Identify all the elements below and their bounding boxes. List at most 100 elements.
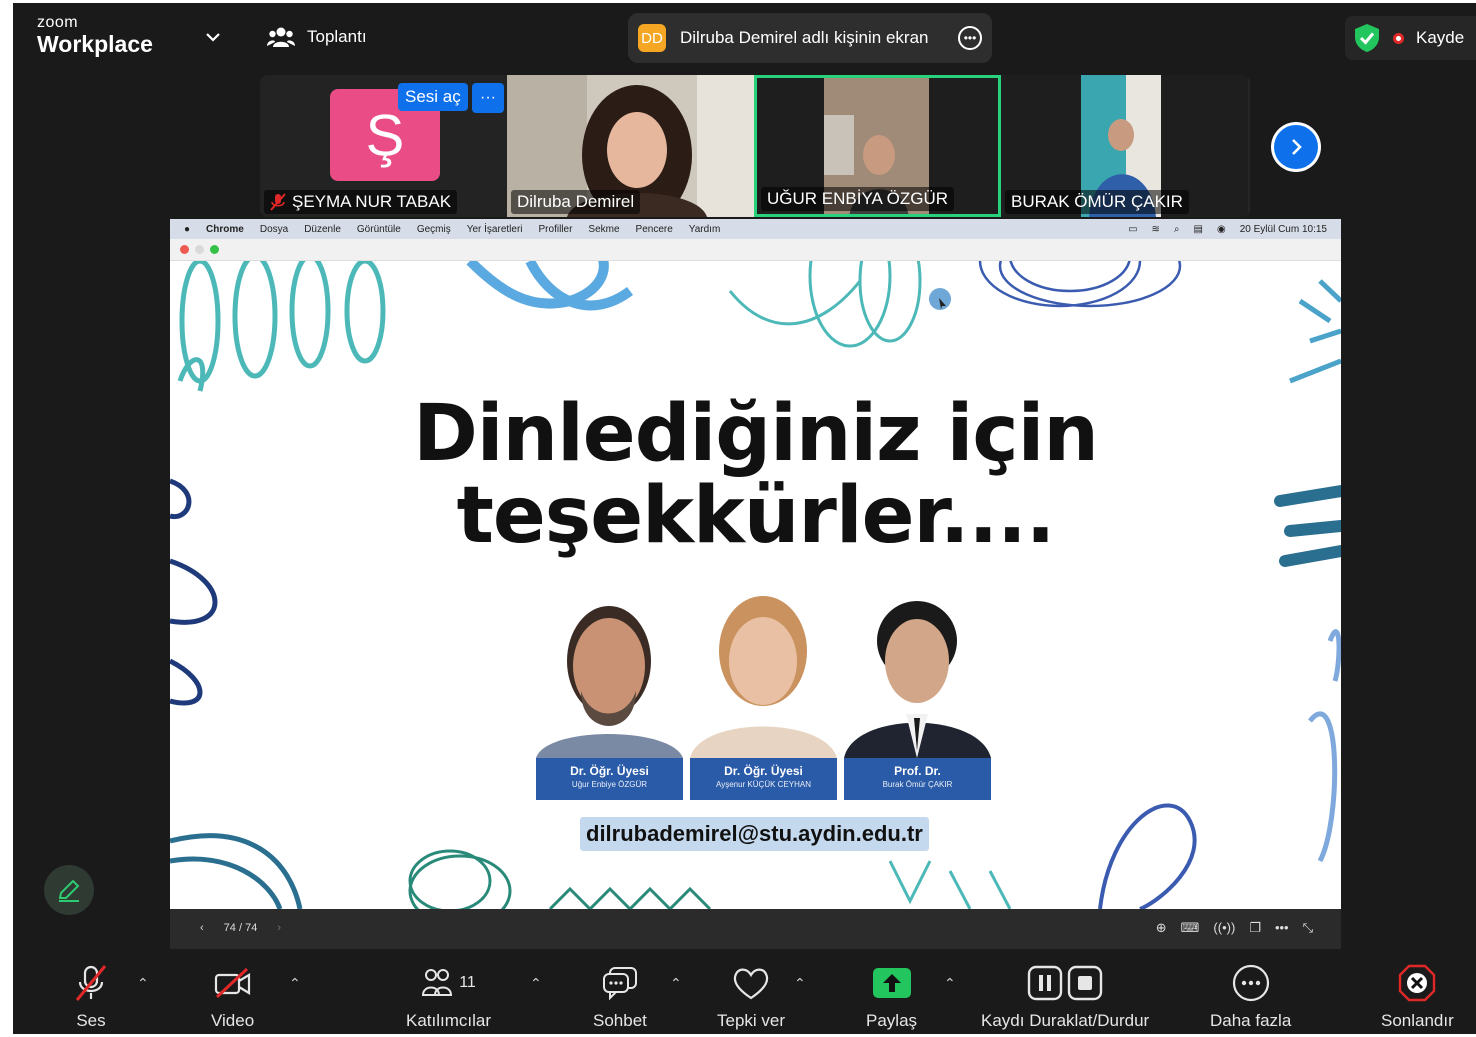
speaker-card: Prof. Dr. Burak Ömür ÇAKIR <box>844 586 991 800</box>
participants-icon <box>422 969 453 996</box>
menu-item: Pencere <box>635 223 673 235</box>
chat-options-chevron-icon[interactable]: ⌃ <box>670 975 682 992</box>
video-options-chevron-icon[interactable]: ⌃ <box>289 975 301 992</box>
stop-icon <box>1067 965 1103 1001</box>
chevron-right-icon <box>1274 125 1318 169</box>
menu-item: Düzenle <box>304 223 341 235</box>
participant-name-tag: UĞUR ENBİYA ÖZGÜR <box>761 187 955 211</box>
slide-counter: 74 / 74 <box>223 922 258 934</box>
menu-item: Yer İşaretleri <box>466 223 523 235</box>
pause-icon <box>1027 965 1063 1001</box>
search-icon: ⌕ <box>1173 223 1180 235</box>
control-center-icon: ▤ <box>1193 223 1203 235</box>
wifi-icon: ≋ <box>1151 223 1160 235</box>
video-off-icon <box>213 963 253 1003</box>
presentation-slide: Dinlediğiniz için teşekkürler.... Dr. Öğ… <box>170 261 1341 909</box>
browser-tab-bar <box>170 239 1341 261</box>
share-screen-icon <box>872 963 912 1003</box>
keyboard-icon[interactable]: ⌨ <box>1181 920 1200 936</box>
shared-screen: ● Chrome Dosya Düzenle Görüntüle Geçmiş … <box>170 219 1341 949</box>
unmute-request-button[interactable]: Sesi aç <box>398 83 468 111</box>
participant-name-tag: BURAK ÖMÜR ÇAKIR <box>1005 190 1189 214</box>
zoom-window: zoom Workplace Toplantı DD Dilruba Demir… <box>13 3 1476 1034</box>
heart-icon <box>732 963 770 1003</box>
speaker-photo <box>536 586 683 758</box>
participant-tile-active-speaker[interactable]: UĞUR ENBİYA ÖZGÜR <box>754 75 1001 217</box>
speaker-plate: Prof. Dr. Burak Ömür ÇAKIR <box>844 758 991 800</box>
participants-count: 11 <box>459 974 476 991</box>
recording-status[interactable]: Kayde <box>1345 16 1476 60</box>
recording-label: Kayde <box>1416 28 1465 47</box>
speaker-plate: Dr. Öğr. Üyesi Uğur Enbiye ÖZGÜR <box>536 758 683 800</box>
chat-button[interactable]: Sohbet <box>593 963 647 1031</box>
participant-tile[interactable]: Dilruba Demirel <box>507 75 754 217</box>
zoom-window-icon <box>210 245 219 254</box>
participant-tile[interactable]: BURAK ÖMÜR ÇAKIR <box>1001 75 1248 217</box>
next-page-button[interactable] <box>1271 122 1321 172</box>
screen-share-indicator[interactable]: DD Dilruba Demirel adlı kişinin ekran ••… <box>628 13 992 63</box>
reactions-button[interactable]: Tepki ver <box>717 963 785 1031</box>
minimize-window-icon <box>195 245 204 254</box>
zoom-in-icon[interactable]: ⊕ <box>1156 920 1167 936</box>
participants-options-chevron-icon[interactable]: ⌃ <box>530 975 542 992</box>
menu-item: Yardım <box>688 223 721 235</box>
speaker-card: Dr. Öğr. Üyesi Uğur Enbiye ÖZGÜR <box>536 586 683 800</box>
menu-item: Dosya <box>259 223 289 235</box>
participants-button[interactable]: 11 Katılımcılar <box>406 963 491 1031</box>
speaker-photo <box>844 586 991 758</box>
participant-tile[interactable]: Ş Sesi aç ··· ŞEYMA NUR TABAK <box>260 75 507 217</box>
more-icon[interactable]: ••• <box>1275 920 1289 936</box>
meeting-label: Toplantı <box>307 27 367 46</box>
speaker-photo <box>690 586 837 758</box>
meeting-toolbar: Ses ⌃ Video ⌃ 11 Katılımcılar ⌃ Sohbet ⌃ <box>13 949 1476 1034</box>
chevron-down-icon[interactable] <box>203 27 223 47</box>
more-options-icon[interactable]: ••• <box>958 26 982 50</box>
menu-item: Geçmiş <box>416 223 451 235</box>
annotate-button[interactable] <box>44 865 94 915</box>
slide-title: Dinlediğiniz için teşekkürler.... <box>413 389 1099 561</box>
previous-slide-icon[interactable]: ‹ <box>200 922 204 934</box>
mic-muted-icon <box>73 963 109 1003</box>
participants-group-icon <box>267 27 295 47</box>
siri-icon: ◉ <box>1216 223 1226 235</box>
share-indicator-text: Dilruba Demirel adlı kişinin ekran <box>680 28 929 47</box>
meeting-menu[interactable]: Toplantı <box>267 25 367 49</box>
presentation-controls: ‹ 74 / 74 › ⊕ ⌨ ((•)) ❐ ••• ⤡ <box>170 909 1341 949</box>
speaker-card: Dr. Öğr. Üyesi Ayşenur KÜÇÜK CEYHAN <box>690 586 837 800</box>
audio-button[interactable]: Ses <box>73 963 109 1031</box>
contact-email: dilrubademirel@stu.aydin.edu.tr <box>580 817 929 851</box>
window-icon[interactable]: ❐ <box>1249 920 1261 936</box>
zoom-logo: zoom Workplace <box>37 14 153 58</box>
chat-icon <box>602 963 638 1003</box>
speaker-plate: Dr. Öğr. Üyesi Ayşenur KÜÇÜK CEYHAN <box>690 758 837 800</box>
video-button[interactable]: Video <box>211 963 254 1031</box>
audio-options-chevron-icon[interactable]: ⌃ <box>137 975 149 992</box>
more-button[interactable]: Daha fazla <box>1210 963 1291 1031</box>
end-icon <box>1398 963 1436 1003</box>
presenter-avatar: DD <box>638 24 666 52</box>
close-window-icon <box>180 245 189 254</box>
share-options-chevron-icon[interactable]: ⌃ <box>944 975 956 992</box>
record-dot-icon <box>1393 32 1404 44</box>
share-button[interactable]: Paylaş <box>866 963 917 1031</box>
end-meeting-button[interactable]: Sonlandır <box>1381 963 1454 1031</box>
menu-item: Profiller <box>538 223 573 235</box>
security-shield-icon[interactable] <box>1353 23 1381 53</box>
menu-item: Sekme <box>588 223 620 235</box>
speaker-cards: Dr. Öğr. Üyesi Uğur Enbiye ÖZGÜR Dr. Öğr… <box>536 586 991 800</box>
tile-more-button[interactable]: ··· <box>472 83 504 113</box>
participant-name-tag: Dilruba Demirel <box>511 190 641 214</box>
participant-name-tag: ŞEYMA NUR TABAK <box>264 190 458 214</box>
more-options-icon <box>1232 963 1270 1003</box>
broadcast-icon[interactable]: ((•)) <box>1213 920 1235 936</box>
menu-item: Chrome <box>206 223 244 235</box>
slide-decoration <box>170 261 1341 909</box>
battery-icon: ▭ <box>1128 223 1138 235</box>
reactions-options-chevron-icon[interactable]: ⌃ <box>794 975 806 992</box>
muted-mic-icon <box>270 193 286 211</box>
record-pause-stop-button[interactable]: Kaydı Duraklat/Durdur <box>981 963 1149 1031</box>
exit-fullscreen-icon[interactable]: ⤡ <box>1303 920 1313 936</box>
next-slide-icon[interactable]: › <box>277 922 281 934</box>
apple-icon: ● <box>184 223 191 235</box>
top-bar: zoom Workplace Toplantı DD Dilruba Demir… <box>13 3 1476 71</box>
